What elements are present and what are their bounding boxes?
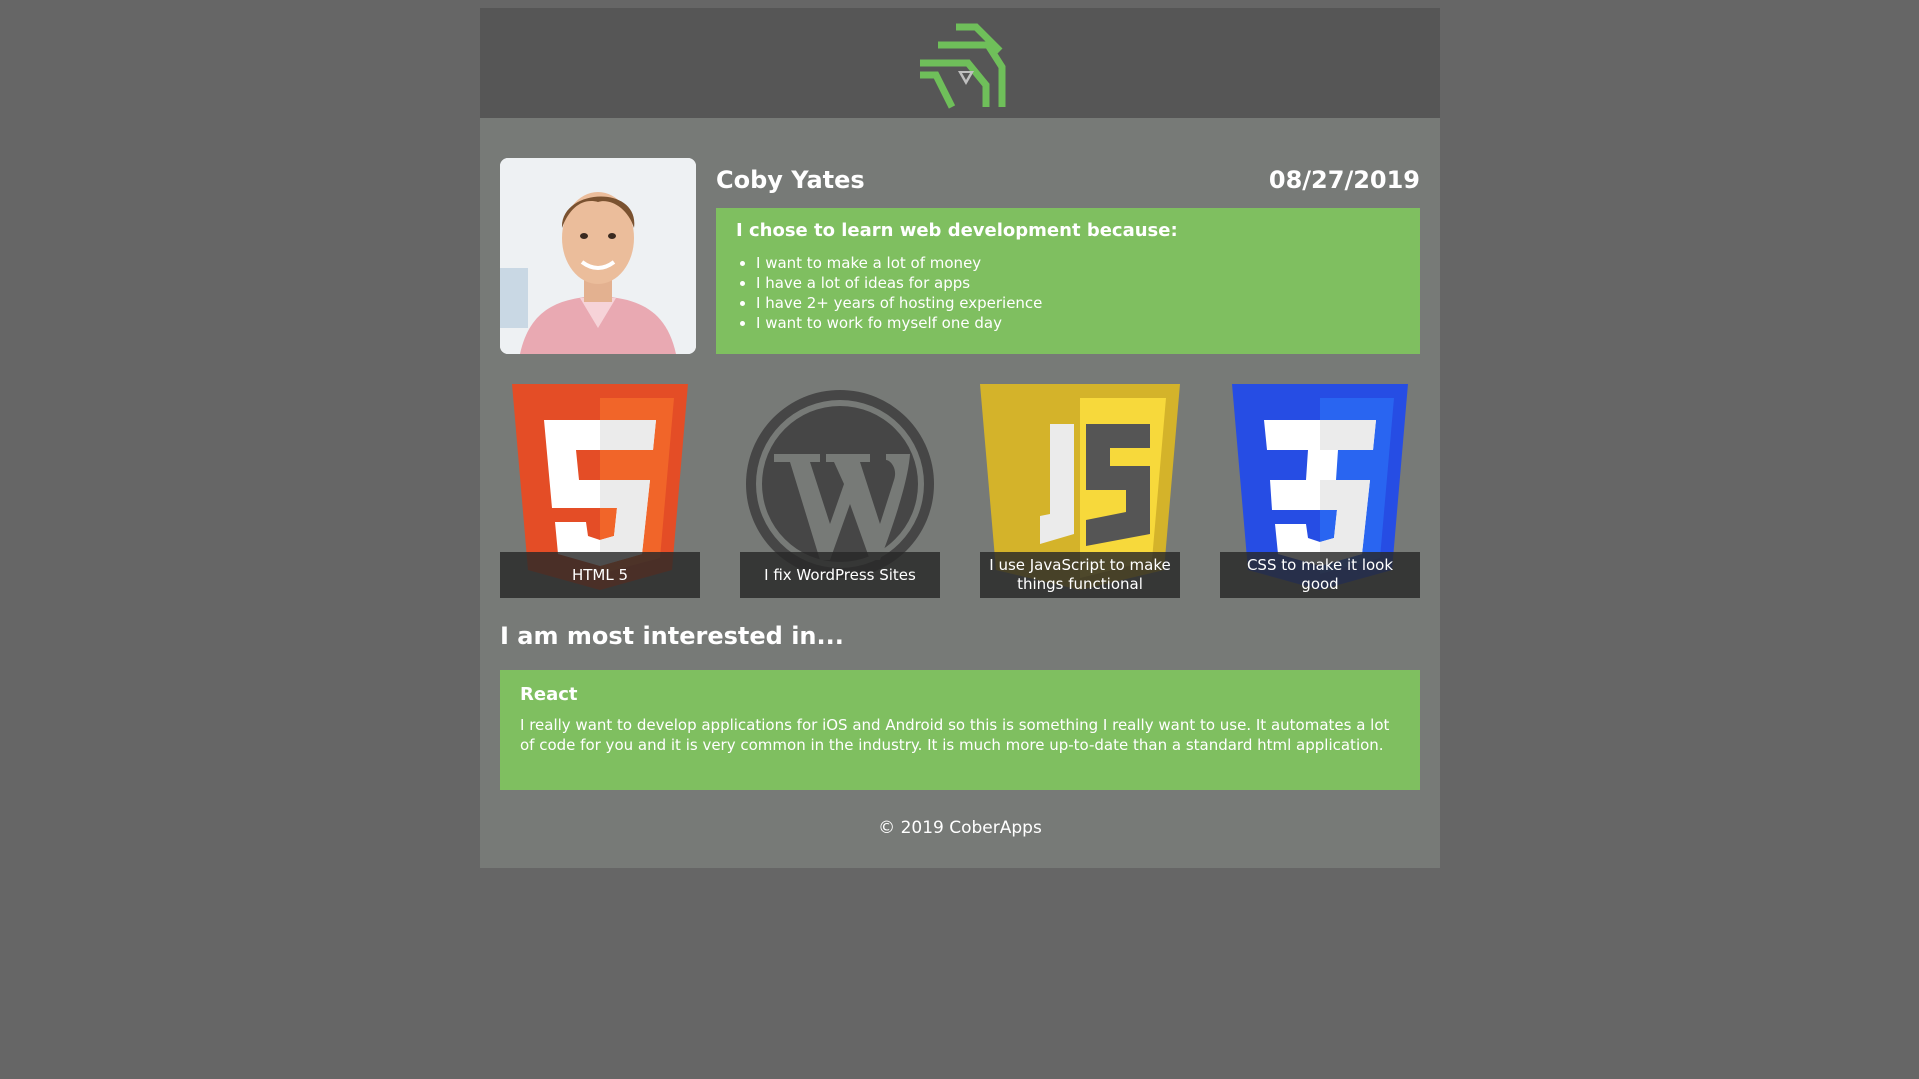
interest-card: React I really want to develop applicati… bbox=[500, 670, 1420, 790]
interest-title: React bbox=[520, 684, 578, 705]
reasons-card: I chose to learn web development because… bbox=[716, 208, 1420, 354]
interest-body: I really want to develop applications fo… bbox=[520, 716, 1390, 754]
green-geometric-logo-icon[interactable] bbox=[910, 15, 1010, 111]
skill-caption: HTML 5 bbox=[500, 552, 700, 598]
skill-card-css3[interactable]: CSS to make it look good bbox=[1220, 384, 1420, 598]
site-header bbox=[480, 8, 1440, 118]
profile-name: Coby Yates bbox=[716, 166, 865, 194]
skill-card-javascript[interactable]: I use JavaScript to make things function… bbox=[980, 384, 1180, 598]
skill-caption: I fix WordPress Sites bbox=[740, 552, 940, 598]
reasons-title: I chose to learn web development because… bbox=[736, 220, 1178, 241]
page-container: Coby Yates 08/27/2019 I chose to learn w… bbox=[480, 8, 1440, 868]
skill-card-wordpress[interactable]: I fix WordPress Sites bbox=[740, 384, 940, 598]
skills-section: HTML 5 I fix WordPress Sites I use JavaS… bbox=[500, 384, 1420, 598]
list-item: I have a lot of ideas for apps bbox=[756, 273, 1400, 293]
skill-caption: CSS to make it look good bbox=[1220, 552, 1420, 598]
profile-section: Coby Yates 08/27/2019 I chose to learn w… bbox=[500, 158, 1420, 356]
list-item: I want to make a lot of money bbox=[756, 253, 1400, 273]
list-item: I want to work fo myself one day bbox=[756, 313, 1400, 333]
reasons-list: I want to make a lot of money I have a l… bbox=[736, 253, 1400, 333]
profile-date: 08/27/2019 bbox=[1268, 166, 1420, 194]
footer-copyright: © 2019 CoberApps bbox=[878, 818, 1042, 838]
skill-card-html5[interactable]: HTML 5 bbox=[500, 384, 700, 598]
list-item: I have 2+ years of hosting experience bbox=[756, 293, 1400, 313]
interest-heading: I am most interested in... bbox=[500, 622, 844, 650]
profile-photo bbox=[500, 158, 696, 354]
skill-caption: I use JavaScript to make things function… bbox=[980, 552, 1180, 598]
